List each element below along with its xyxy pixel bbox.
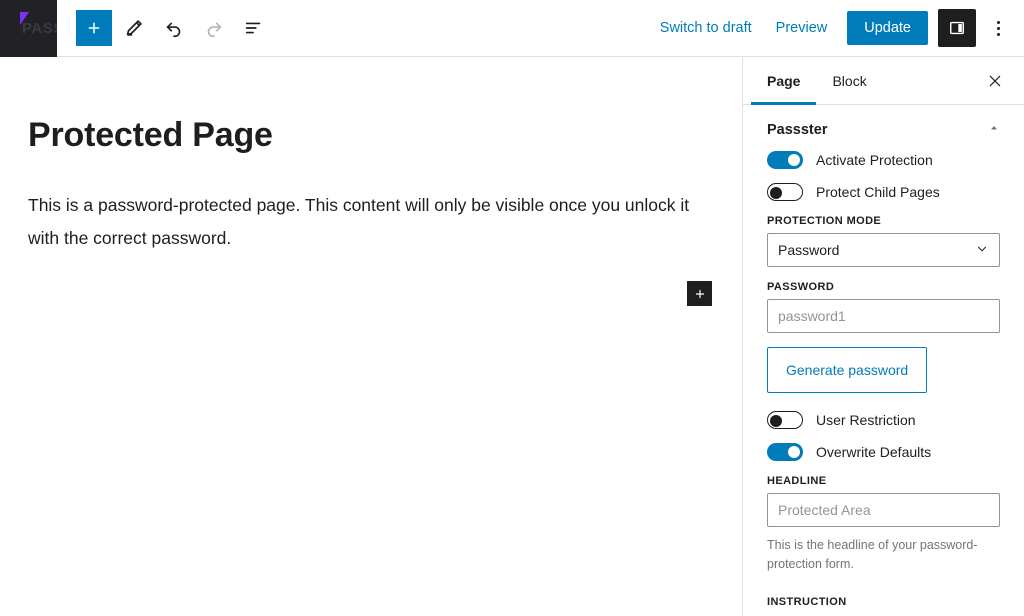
tab-block[interactable]: Block bbox=[816, 57, 882, 104]
chevron-down-icon bbox=[975, 242, 989, 259]
protect-child-pages-label: Protect Child Pages bbox=[816, 184, 940, 200]
ellipsis-dot bbox=[996, 20, 1000, 24]
ellipsis-dot bbox=[996, 32, 1000, 36]
editor-toolbar: PAS Switch to draft Preview Update bbox=[0, 0, 1024, 57]
toggle-knob bbox=[788, 446, 800, 458]
passster-panel-title: Passster bbox=[767, 122, 828, 138]
close-sidebar-button[interactable] bbox=[976, 57, 1014, 104]
settings-sidebar: Page Block Passster Activate Protection … bbox=[742, 57, 1024, 616]
user-restriction-label: User Restriction bbox=[816, 412, 916, 428]
editor-window: PAS Switch to draft Preview Update Prote… bbox=[0, 0, 1024, 616]
overwrite-defaults-row: Overwrite Defaults bbox=[767, 443, 1000, 461]
list-view-button[interactable] bbox=[236, 10, 272, 46]
undo-button[interactable] bbox=[156, 10, 192, 46]
logo-wordmark: PASS bbox=[22, 19, 57, 37]
post-paragraph-block[interactable]: This is a password-protected page. This … bbox=[28, 189, 704, 255]
block-inserter-button[interactable] bbox=[687, 281, 712, 306]
protection-mode-select[interactable]: Password bbox=[767, 233, 1000, 267]
add-block-button[interactable] bbox=[76, 10, 112, 46]
sidebar-tablist: Page Block bbox=[743, 57, 1024, 105]
editor-canvas[interactable]: Protected Page This is a password-protec… bbox=[0, 57, 742, 616]
protection-mode-label: PROTECTION MODE bbox=[767, 215, 882, 227]
toggle-knob bbox=[770, 415, 782, 427]
protect-child-pages-row: Protect Child Pages bbox=[767, 183, 1000, 201]
protect-child-pages-toggle[interactable] bbox=[767, 183, 803, 201]
activate-protection-toggle[interactable] bbox=[767, 151, 803, 169]
ellipsis-dot bbox=[996, 26, 1000, 30]
toggle-knob bbox=[770, 187, 782, 199]
password-label: PASSWORD bbox=[767, 281, 835, 293]
headline-help-text: This is the headline of your password-pr… bbox=[767, 538, 978, 571]
tools-pencil-button[interactable] bbox=[116, 10, 152, 46]
passster-panel-header[interactable]: Passster bbox=[743, 105, 1024, 151]
toolbar-right-group: Switch to draft Preview Update bbox=[648, 9, 1024, 47]
post-title[interactable]: Protected Page bbox=[28, 116, 273, 155]
toggle-knob bbox=[788, 154, 800, 166]
switch-to-draft-button[interactable]: Switch to draft bbox=[648, 12, 764, 44]
passster-panel-body: Activate Protection Protect Child Pages … bbox=[743, 151, 1024, 616]
tab-page[interactable]: Page bbox=[751, 57, 817, 105]
update-button[interactable]: Update bbox=[847, 11, 928, 45]
settings-sidebar-toggle-button[interactable] bbox=[938, 9, 976, 47]
more-options-button[interactable] bbox=[980, 9, 1016, 47]
chevron-up-icon[interactable] bbox=[988, 121, 1000, 139]
headline-label: HEADLINE bbox=[767, 475, 827, 487]
generate-password-button[interactable]: Generate password bbox=[767, 347, 928, 393]
instruction-label: INSTRUCTION bbox=[767, 596, 847, 608]
user-restriction-row: User Restriction bbox=[767, 411, 1000, 429]
redo-button[interactable] bbox=[196, 10, 232, 46]
headline-input[interactable]: Protected Area bbox=[767, 493, 1000, 527]
user-restriction-toggle[interactable] bbox=[767, 411, 803, 429]
activate-protection-row: Activate Protection bbox=[767, 151, 1000, 169]
activate-protection-label: Activate Protection bbox=[816, 152, 933, 168]
toolbar-left-group bbox=[57, 10, 272, 46]
password-input[interactable]: password1 bbox=[767, 299, 1000, 333]
overwrite-defaults-toggle[interactable] bbox=[767, 443, 803, 461]
site-logo[interactable]: PASS bbox=[0, 0, 57, 57]
preview-button[interactable]: Preview bbox=[764, 12, 840, 44]
protection-mode-value: Password bbox=[778, 242, 840, 258]
overwrite-defaults-label: Overwrite Defaults bbox=[816, 444, 932, 460]
